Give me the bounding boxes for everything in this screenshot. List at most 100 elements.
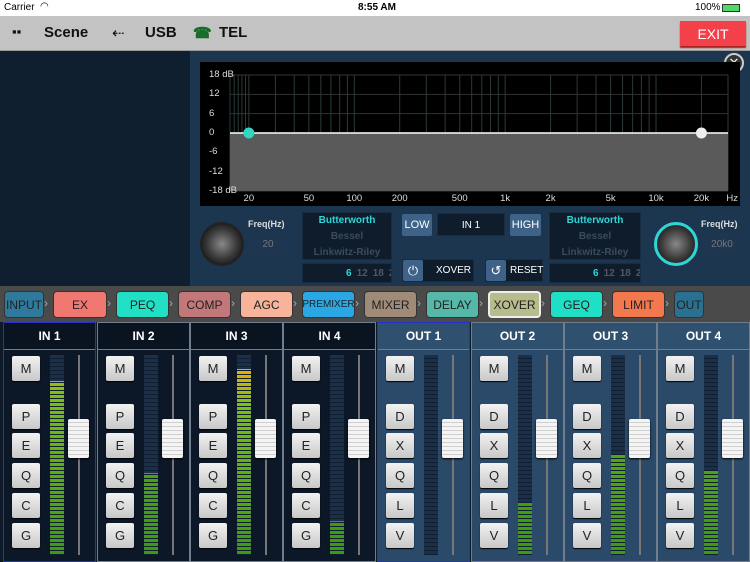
channel-name[interactable]: IN 1 [4, 323, 95, 350]
high-freq-knob[interactable] [654, 222, 698, 266]
filter-option[interactable]: Bessel [550, 229, 640, 245]
channel-button-q[interactable]: Q [573, 463, 601, 488]
channel-button-d[interactable]: D [480, 404, 508, 429]
slope-option[interactable]: 18 [620, 268, 631, 279]
grid-icon[interactable]: ▪▪ [12, 24, 21, 39]
channel-button-c[interactable]: C [106, 493, 134, 518]
channel-button-m[interactable]: M [573, 356, 601, 381]
module-xover[interactable]: XOVER [488, 291, 541, 318]
low-slope-selector[interactable]: 6 12 18 24 [302, 263, 392, 283]
channel-name[interactable]: IN 2 [98, 323, 189, 350]
filter-option[interactable]: Butterworth [550, 213, 640, 229]
scene-button[interactable]: Scene [44, 24, 88, 41]
channel-button-m[interactable]: M [12, 356, 40, 381]
module-geq[interactable]: GEQ [550, 291, 603, 318]
channel-button-e[interactable]: E [199, 433, 227, 458]
xover-toggle[interactable]: ⏻ XOVER [402, 259, 474, 282]
low-freq-value[interactable]: 20 [248, 234, 288, 256]
channel-button-l[interactable]: L [666, 493, 694, 518]
channel-button-e[interactable]: E [12, 433, 40, 458]
volume-fader[interactable] [629, 419, 650, 458]
high-button[interactable]: HIGH [510, 214, 541, 236]
module-mixer[interactable]: MIXER [364, 291, 417, 318]
channel-button-x[interactable]: X [480, 433, 508, 458]
slope-option[interactable]: 24 [636, 268, 640, 279]
slope-option[interactable]: 6 [346, 268, 352, 279]
high-slope-selector[interactable]: 6 12 18 24 [549, 263, 641, 283]
slope-option[interactable]: 12 [357, 268, 368, 279]
channel-button-q[interactable]: Q [480, 463, 508, 488]
channel-button-c[interactable]: C [199, 493, 227, 518]
volume-fader[interactable] [442, 419, 463, 458]
slope-option[interactable]: 24 [389, 268, 391, 279]
slope-option[interactable]: 18 [373, 268, 384, 279]
channel-name[interactable]: OUT 4 [658, 323, 749, 350]
channel-button-q[interactable]: Q [106, 463, 134, 488]
channel-button-p[interactable]: P [199, 404, 227, 429]
channel-button-p[interactable]: P [12, 404, 40, 429]
channel-button-x[interactable]: X [386, 433, 414, 458]
channel-name[interactable]: OUT 3 [565, 323, 656, 350]
exit-button[interactable]: EXIT [680, 21, 746, 46]
channel-button-m[interactable]: M [199, 356, 227, 381]
channel-button-v[interactable]: V [666, 523, 694, 548]
volume-fader[interactable] [722, 419, 743, 458]
frequency-response-graph[interactable]: 18 dB 12 6 0 -6 -12 -18 dB 20 50 100 200 500 1k 2k 5k 1… [200, 62, 740, 206]
usb-button[interactable]: USB [145, 24, 177, 41]
module-premixer[interactable]: PREMIXER [302, 291, 355, 318]
module-limit[interactable]: LIMIT [612, 291, 665, 318]
channel-button-v[interactable]: V [573, 523, 601, 548]
filter-option[interactable]: Linkwitz-Riley [303, 245, 391, 261]
module-delay[interactable]: DELAY [426, 291, 479, 318]
channel-button-l[interactable]: L [480, 493, 508, 518]
channel-button-q[interactable]: Q [199, 463, 227, 488]
channel-button-l[interactable]: L [386, 493, 414, 518]
channel-button-x[interactable]: X [666, 433, 694, 458]
volume-fader[interactable] [162, 419, 183, 458]
high-filter-list[interactable]: Butterworth Bessel Linkwitz-Riley [549, 212, 641, 260]
slope-option[interactable]: 12 [604, 268, 615, 279]
module-input[interactable]: INPUT [4, 291, 44, 318]
filter-option[interactable]: Linkwitz-Riley [550, 245, 640, 261]
low-freq-knob[interactable] [200, 222, 244, 266]
low-button[interactable]: LOW [402, 214, 432, 236]
volume-fader[interactable] [348, 419, 369, 458]
channel-button-p[interactable]: P [106, 404, 134, 429]
volume-fader[interactable] [255, 419, 276, 458]
channel-button-g[interactable]: G [199, 523, 227, 548]
channel-button-q[interactable]: Q [292, 463, 320, 488]
channel-button-d[interactable]: D [666, 404, 694, 429]
channel-button-q[interactable]: Q [386, 463, 414, 488]
low-filter-list[interactable]: Butterworth Bessel Linkwitz-Riley [302, 212, 392, 260]
module-ex[interactable]: EX [53, 291, 107, 318]
channel-button-g[interactable]: G [106, 523, 134, 548]
module-peq[interactable]: PEQ [116, 291, 169, 318]
channel-button-m[interactable]: M [480, 356, 508, 381]
reset-button[interactable]: ↺ RESET [485, 259, 543, 282]
channel-button-m[interactable]: M [386, 356, 414, 381]
channel-button-c[interactable]: C [292, 493, 320, 518]
channel-button-e[interactable]: E [106, 433, 134, 458]
channel-button-p[interactable]: P [292, 404, 320, 429]
volume-fader[interactable] [536, 419, 557, 458]
channel-button-d[interactable]: D [386, 404, 414, 429]
channel-name[interactable]: IN 4 [284, 323, 375, 350]
channel-button-g[interactable]: G [292, 523, 320, 548]
slope-option[interactable]: 6 [593, 268, 599, 279]
module-agc[interactable]: AGC [240, 291, 293, 318]
channel-button-m[interactable]: M [666, 356, 694, 381]
channel-name[interactable]: IN 3 [191, 323, 282, 350]
high-freq-value[interactable]: 20k0 [702, 234, 742, 256]
channel-button-g[interactable]: G [12, 523, 40, 548]
channel-button-v[interactable]: V [386, 523, 414, 548]
channel-button-d[interactable]: D [573, 404, 601, 429]
channel-button-m[interactable]: M [292, 356, 320, 381]
filter-option[interactable]: Bessel [303, 229, 391, 245]
module-comp[interactable]: COMP [178, 291, 231, 318]
channel-button-q[interactable]: Q [666, 463, 694, 488]
channel-button-l[interactable]: L [573, 493, 601, 518]
channel-name[interactable]: OUT 2 [472, 323, 563, 350]
filter-option[interactable]: Butterworth [303, 213, 391, 229]
channel-button-x[interactable]: X [573, 433, 601, 458]
volume-fader[interactable] [68, 419, 89, 458]
